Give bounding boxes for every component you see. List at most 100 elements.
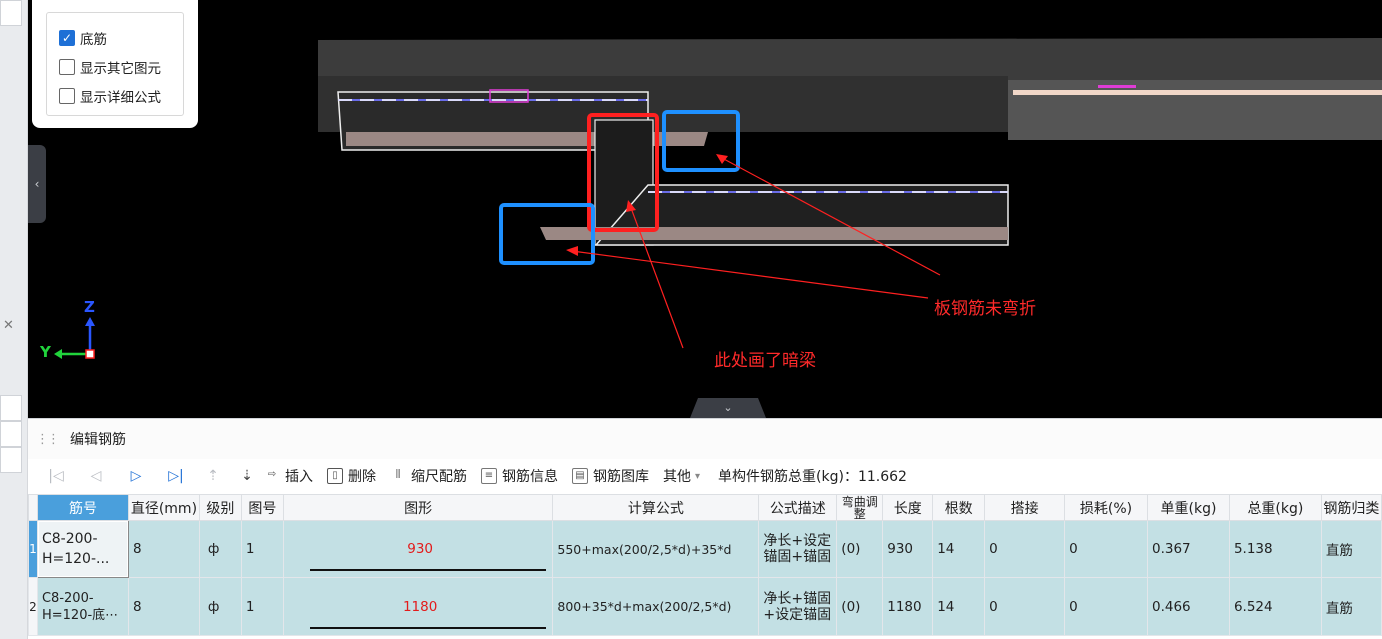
- trash-icon: ▯: [327, 468, 343, 484]
- last-record-icon[interactable]: ▷|: [156, 468, 196, 484]
- checkbox-icon[interactable]: [59, 87, 75, 104]
- drag-grip-icon[interactable]: ⋮⋮: [36, 432, 60, 447]
- cell-lap[interactable]: 0: [984, 577, 1066, 636]
- annotation-no-bend: 板钢筋未弯折: [934, 299, 1036, 319]
- total-weight: 单构件钢筋总重(kg)：11.662: [718, 469, 907, 485]
- header-length[interactable]: 长度: [882, 494, 934, 521]
- rebar-library-button[interactable]: ▤ 钢筋图库: [572, 466, 649, 486]
- scene-drawing: [54, 38, 1382, 359]
- cell-formula-desc[interactable]: 净长+锚固+设定锚固: [758, 577, 838, 636]
- prev-record-icon[interactable]: ◁: [76, 468, 116, 484]
- cell-total-weight[interactable]: 6.524: [1228, 577, 1322, 636]
- cell-shape[interactable]: 1180: [282, 577, 554, 636]
- header-count[interactable]: 根数: [932, 494, 986, 521]
- cell-grade[interactable]: ф: [198, 577, 242, 636]
- cell-formula-desc[interactable]: 净长+设定锚固+锚固: [758, 520, 838, 578]
- cell-code[interactable]: C8-200-H=120-底⋯: [36, 577, 129, 636]
- delete-button[interactable]: ▯ 删除: [327, 466, 376, 486]
- rebar-info-button[interactable]: ≡ 钢筋信息: [481, 466, 558, 486]
- cell-category[interactable]: 直筋: [1320, 520, 1382, 578]
- cell-grade[interactable]: ф: [198, 520, 242, 578]
- cell-shape[interactable]: 930: [282, 520, 554, 578]
- header-lap[interactable]: 搭接: [984, 494, 1066, 521]
- header-code[interactable]: 筋号: [36, 494, 129, 521]
- header-grade[interactable]: 级别: [198, 494, 242, 521]
- cell-formula[interactable]: 550+max(200/2,5*d)+35*d: [552, 520, 760, 578]
- other-dropdown[interactable]: 其他 ▾: [663, 466, 700, 486]
- cell-unit-weight[interactable]: 0.367: [1147, 520, 1230, 578]
- cell-loss[interactable]: 0: [1064, 520, 1148, 578]
- table-row[interactable]: 1 C8-200-H=120-... 8 ф 1 930 550+max(200…: [28, 520, 1382, 578]
- header-loss[interactable]: 损耗(%): [1064, 494, 1148, 521]
- info-label: 钢筋信息: [502, 469, 558, 485]
- header-diameter[interactable]: 直径(mm): [127, 494, 200, 521]
- editor-title: 编辑钢筋: [70, 432, 126, 448]
- header-index: [28, 494, 38, 521]
- option-bottom-rebar[interactable]: ✓ 底筋: [59, 23, 183, 52]
- cell-length[interactable]: 930: [882, 520, 934, 578]
- header-category[interactable]: 钢筋归类: [1320, 494, 1382, 521]
- chevron-left-icon: ‹: [34, 177, 40, 191]
- cell-code[interactable]: C8-200-H=120-...: [36, 520, 129, 578]
- insert-icon: ⇨: [267, 469, 277, 480]
- move-up-icon[interactable]: ⇡: [196, 468, 230, 484]
- next-record-icon[interactable]: ▷: [116, 468, 156, 484]
- cell-bend[interactable]: (0): [836, 520, 884, 578]
- cell-bend[interactable]: (0): [836, 577, 884, 636]
- cell-total-weight[interactable]: 5.138: [1228, 520, 1322, 578]
- axis-y-label: Y: [40, 343, 51, 361]
- cell-count[interactable]: 14: [932, 520, 986, 578]
- cell-figure-no[interactable]: 1: [240, 577, 284, 636]
- row-index[interactable]: 2: [28, 577, 38, 636]
- cell-diameter[interactable]: 8: [127, 520, 200, 578]
- cell-category[interactable]: 直筋: [1320, 577, 1382, 636]
- insert-button[interactable]: ⇨ 插入: [264, 466, 313, 486]
- header-total-weight[interactable]: 总重(kg): [1228, 494, 1322, 521]
- other-label: 其他: [663, 469, 691, 485]
- axis-z-label: Z: [84, 298, 95, 316]
- header-unit-weight[interactable]: 单重(kg): [1147, 494, 1230, 521]
- table-row[interactable]: 2 C8-200-H=120-底⋯ 8 ф 1 1180 800+35*d+ma…: [28, 577, 1382, 636]
- option-label: 显示其它图元: [80, 60, 161, 77]
- cell-figure-no[interactable]: 1: [240, 520, 284, 578]
- code-text: C8-200-H=120-底⋯: [41, 590, 119, 623]
- 3d-viewport[interactable]: Y Z 板钢筋未弯折 此处画了暗梁 ⌄: [28, 0, 1382, 418]
- header-shape[interactable]: 图形: [282, 494, 554, 521]
- checkbox-icon[interactable]: [59, 58, 75, 75]
- cell-diameter[interactable]: 8: [127, 577, 200, 636]
- header-bend-adjust[interactable]: 弯曲调整: [836, 494, 884, 521]
- rebar-table: 筋号 直径(mm) 级别 图号 图形 计算公式 公式描述 弯曲调整 长度 根数 …: [28, 494, 1382, 636]
- option-label: 显示详细公式: [80, 89, 161, 106]
- header-figure-no[interactable]: 图号: [240, 494, 284, 521]
- option-show-other-elements[interactable]: 显示其它图元: [59, 52, 183, 81]
- side-tab[interactable]: [0, 0, 22, 26]
- cell-length[interactable]: 1180: [882, 577, 934, 636]
- rebar-editor-panel: ⋮⋮ 编辑钢筋 |◁ ◁ ▷ ▷| ⇡ ⇣ ⇨ 插入 ▯ 删除 ⫼ 缩尺配筋 ≡ 钢筋信…: [28, 418, 1382, 639]
- delete-label: 删除: [348, 469, 376, 485]
- collapse-panel-tab[interactable]: ⌄: [690, 398, 766, 418]
- cell-loss[interactable]: 0: [1064, 577, 1148, 636]
- side-tab[interactable]: [0, 447, 22, 473]
- side-tab[interactable]: [0, 395, 22, 421]
- move-down-icon[interactable]: ⇣: [230, 468, 264, 484]
- display-options-panel: ✓ 底筋 显示其它图元 显示详细公式: [32, 0, 198, 128]
- checkbox-checked-icon[interactable]: ✓: [59, 29, 75, 46]
- side-tab[interactable]: [0, 421, 22, 447]
- cell-unit-weight[interactable]: 0.466: [1147, 577, 1230, 636]
- library-icon: ▤: [572, 468, 588, 484]
- close-icon[interactable]: ✕: [3, 318, 14, 333]
- editor-toolbar: |◁ ◁ ▷ ▷| ⇡ ⇣ ⇨ 插入 ▯ 删除 ⫼ 缩尺配筋 ≡ 钢筋信息 ▤ 钢筋图库 …: [28, 459, 1382, 493]
- scale-rebar-button[interactable]: ⫼ 缩尺配筋: [390, 466, 467, 486]
- header-formula[interactable]: 计算公式: [552, 494, 760, 521]
- cell-lap[interactable]: 0: [984, 520, 1066, 578]
- first-record-icon[interactable]: |◁: [36, 468, 76, 484]
- cell-count[interactable]: 14: [932, 577, 986, 636]
- editor-title-bar[interactable]: ⋮⋮ 编辑钢筋: [28, 419, 1382, 459]
- option-show-detailed-formula[interactable]: 显示详细公式: [59, 81, 183, 110]
- cell-formula[interactable]: 800+35*d+max(200/2,5*d): [552, 577, 760, 636]
- collapse-left-handle[interactable]: ‹: [28, 145, 46, 223]
- library-label: 钢筋图库: [593, 469, 649, 485]
- header-formula-desc[interactable]: 公式描述: [758, 494, 838, 521]
- row-index[interactable]: 1: [28, 520, 38, 578]
- option-label: 底筋: [80, 31, 107, 48]
